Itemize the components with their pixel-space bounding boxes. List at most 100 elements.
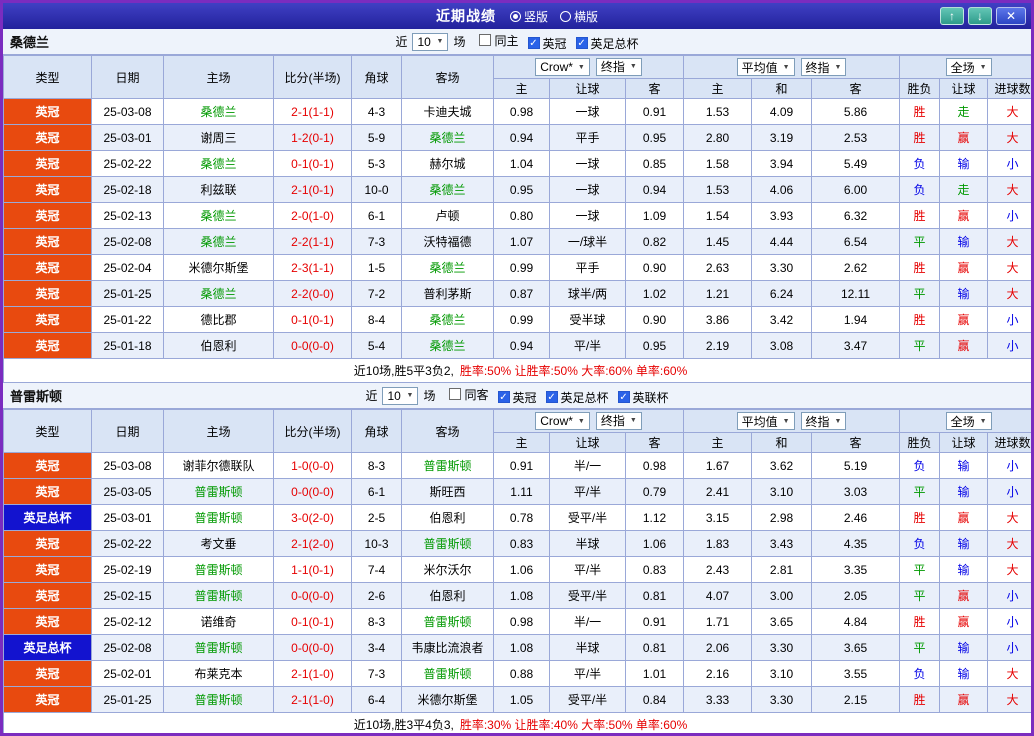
avg-source-dropdown[interactable]: 平均值 [737,58,795,76]
radio-icon [510,11,521,22]
checkbox-icon [528,37,540,49]
result-goals: 大 [988,281,1034,307]
league-badge: 英冠 [4,307,91,332]
filter-checkbox[interactable]: 同客 [449,386,488,403]
match-row: 英冠25-01-25普雷斯顿2-1(1-0)6-4米德尔斯堡1.05受平/半0.… [4,687,1034,713]
odds-handicap: 平/半 [550,479,626,505]
close-button[interactable]: ✕ [996,7,1026,25]
avg-draw: 3.30 [752,255,812,281]
filter-checkbox[interactable]: 同主 [479,32,518,49]
score-halftime: 0-1(0-1) [274,151,352,177]
avg-draw: 3.42 [752,307,812,333]
odds-source-dropdown[interactable]: Crow* [535,58,590,76]
move-up-button[interactable]: ↑ [940,7,964,25]
match-row: 英冠25-01-18伯恩利0-0(0-0)5-4桑德兰0.94平/半0.952.… [4,333,1034,359]
league-badge: 英冠 [4,531,91,556]
result-handicap: 输 [940,557,988,583]
layout-radio-option[interactable]: 横版 [560,8,598,25]
match-date: 25-02-13 [92,203,164,229]
odds-away: 0.81 [626,635,684,661]
odds-source-dropdown[interactable]: Crow* [535,412,590,430]
match-row: 英冠25-02-12诺维奇0-1(0-1)8-3普雷斯顿0.98半/一0.911… [4,609,1034,635]
checkbox-icon [498,391,510,403]
score-halftime: 2-1(0-1) [274,177,352,203]
filter-checkbox[interactable]: 英冠 [528,35,567,52]
recent-count-select[interactable]: 10 [412,33,448,51]
scope-dropdown[interactable]: 全场 [946,412,992,430]
avg-away: 1.94 [812,307,900,333]
odds-away: 1.06 [626,531,684,557]
corners: 10-0 [352,177,402,203]
away-team: 桑德兰 [402,333,494,359]
odds-home: 0.87 [494,281,550,307]
col-odds-away: 客 [626,433,684,453]
away-team: 桑德兰 [402,125,494,151]
result-goals: 小 [988,333,1034,359]
avg-home: 1.54 [684,203,752,229]
recent-count-select[interactable]: 10 [382,387,418,405]
col-score: 比分(半场) [274,56,352,99]
filter-checkbox[interactable]: 英冠 [498,389,537,406]
filters: 近 10 场 同客英冠英足总杯英联杯 [365,386,668,406]
result-outcome: 平 [900,333,940,359]
checkbox-icon [479,34,491,46]
home-team: 普雷斯顿 [164,479,274,505]
league-cell: 英冠 [4,177,92,203]
odds-away: 0.94 [626,177,684,203]
avg-group-header: 平均值终指 [684,410,900,433]
avg-away: 5.86 [812,99,900,125]
odds-home: 1.07 [494,229,550,255]
result-handicap: 赢 [940,505,988,531]
odds-time-dropdown[interactable]: 终指 [596,412,642,430]
checkbox-label: 同客 [464,386,488,403]
away-team: 普雷斯顿 [402,661,494,687]
league-cell: 英冠 [4,333,92,359]
odds-handicap: 球半/两 [550,281,626,307]
avg-source-dropdown[interactable]: 平均值 [737,412,795,430]
home-team: 桑德兰 [164,229,274,255]
avg-home: 1.45 [684,229,752,255]
avg-time-dropdown[interactable]: 终指 [801,412,847,430]
recent-count-value: 10 [417,35,430,49]
corners: 8-4 [352,307,402,333]
match-date: 25-02-08 [92,229,164,255]
result-goals: 大 [988,687,1034,713]
match-date: 25-03-01 [92,505,164,531]
avg-home: 2.80 [684,125,752,151]
scope-dropdown[interactable]: 全场 [946,58,992,76]
match-date: 25-03-05 [92,479,164,505]
col-odds-handicap: 让球 [550,433,626,453]
col-date: 日期 [92,410,164,453]
league-badge: 英冠 [4,333,91,358]
avg-draw: 3.10 [752,479,812,505]
result-handicap: 输 [940,151,988,177]
odds-home: 0.83 [494,531,550,557]
league-cell: 英冠 [4,307,92,333]
avg-time-dropdown[interactable]: 终指 [801,58,847,76]
filter-checkbox[interactable]: 英足总杯 [576,35,639,52]
league-cell: 英冠 [4,255,92,281]
layout-radios: 竖版横版 [510,8,598,25]
score-halftime: 2-3(1-1) [274,255,352,281]
odds-handicap: 平手 [550,255,626,281]
team-filter-bar: 桑德兰 近 10 场 同主英冠英足总杯 [3,29,1031,55]
team-section: 桑德兰 近 10 场 同主英冠英足总杯 类型 日期 主场 比分(半场) [3,29,1031,383]
col-avg-away: 客 [812,79,900,99]
filter-checkbox[interactable]: 英足总杯 [546,389,609,406]
odds-handicap: 平/半 [550,333,626,359]
filter-checkbox[interactable]: 英联杯 [618,389,669,406]
filter-checkboxes: 同主英冠英足总杯 [470,32,638,52]
team-name: 桑德兰 [10,32,49,51]
layout-radio-option[interactable]: 竖版 [510,8,548,25]
odds-time-dropdown[interactable]: 终指 [596,58,642,76]
home-team: 米德尔斯堡 [164,255,274,281]
home-team: 普雷斯顿 [164,505,274,531]
score-halftime: 0-1(0-1) [274,609,352,635]
home-team: 伯恩利 [164,333,274,359]
move-down-button[interactable]: ↓ [968,7,992,25]
odds-away: 0.90 [626,255,684,281]
league-cell: 英冠 [4,661,92,687]
match-date: 25-02-19 [92,557,164,583]
odds-handicap: 平/半 [550,557,626,583]
league-badge: 英冠 [4,177,91,202]
